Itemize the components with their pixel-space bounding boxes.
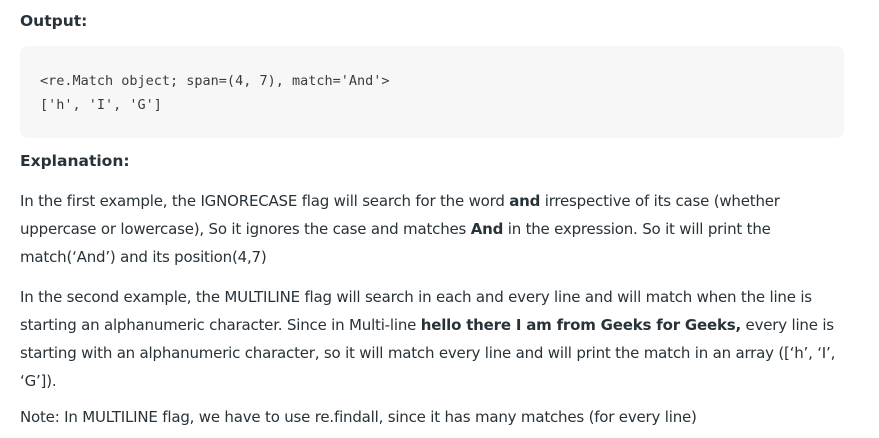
code-output-block: <re.Match object; span=(4, 7), match='An… xyxy=(20,46,844,138)
note-paragraph: Note: In MULTILINE flag, we have to use … xyxy=(20,408,697,426)
explanation-heading: Explanation: xyxy=(20,152,130,170)
bold-keyword-and: and xyxy=(509,192,541,210)
code-line: ['h', 'I', 'G'] xyxy=(40,97,162,113)
bold-example-string: hello there I am from Geeks for Geeks, xyxy=(420,316,741,334)
explanation-paragraph-ignorecase: In the first example, the IGNORECASE fla… xyxy=(20,187,850,271)
code-line: <re.Match object; span=(4, 7), match='An… xyxy=(40,73,390,89)
bold-keyword-And: And xyxy=(470,220,504,238)
explanation-paragraph-multiline: In the second example, the MULTILINE fla… xyxy=(20,283,850,395)
output-heading: Output: xyxy=(20,12,88,30)
text-span: In the first example, the IGNORECASE fla… xyxy=(20,192,510,210)
article-content: Output: <re.Match object; span=(4, 7), m… xyxy=(0,0,879,438)
